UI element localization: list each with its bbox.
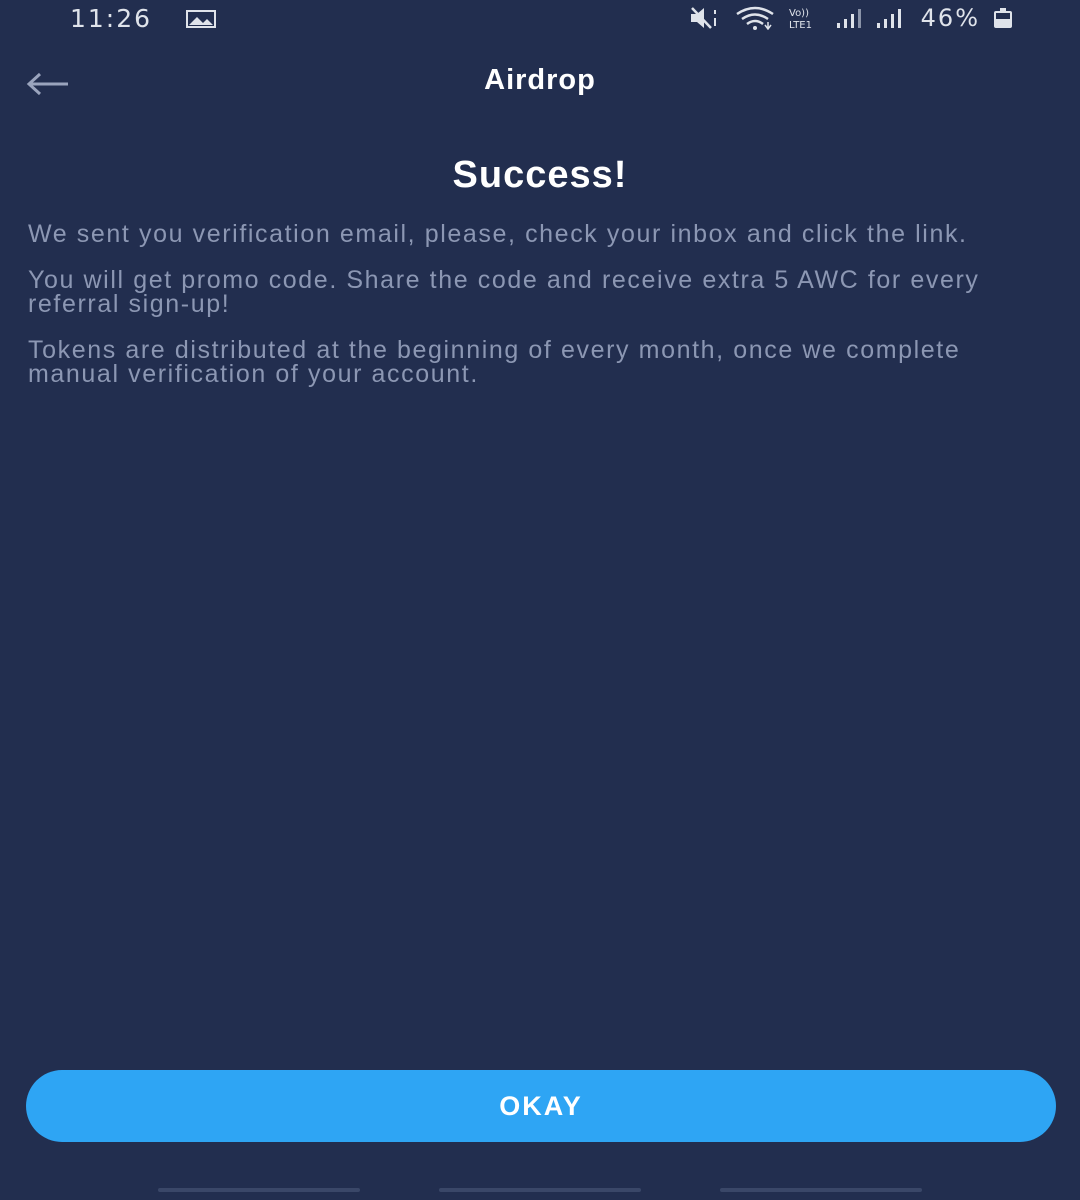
battery-percent: 46% [920,4,980,32]
wifi-icon [735,6,774,30]
okay-button[interactable]: OKAY [26,1070,1056,1142]
status-time: 11:26 [70,4,153,33]
battery-icon [994,8,1012,28]
volte-icon: Vo)) LTE1 [789,8,812,30]
svg-text:LTE1: LTE1 [789,20,812,30]
message-list: We sent you verification email, please, … [28,222,1040,408]
success-headline: Success! [452,154,628,196]
token-distribution-message: Tokens are distributed at the beginning … [28,335,961,388]
status-icons: Vo)) LTE1 46% [689,4,1014,32]
gallery-icon [186,10,216,28]
promo-code-message: You will get promo code. Share the code … [28,265,980,318]
status-bar: 11:26 Vo)) LTE1 46% [0,0,1080,38]
signal-icon [836,9,861,28]
verification-message: We sent you verification email, please, … [28,220,968,248]
airdrop-success-screen: 11:26 Vo)) LTE1 46% Airdrop Success! We … [0,0,1080,1200]
nav-handle-left[interactable] [158,1188,360,1192]
nav-handle-center[interactable] [439,1188,641,1192]
mute-icon [690,7,716,29]
nav-handle-right[interactable] [720,1188,922,1192]
svg-text:Vo)): Vo)) [789,8,809,19]
signal-icon [876,9,901,28]
app-title: Airdrop [484,64,596,96]
